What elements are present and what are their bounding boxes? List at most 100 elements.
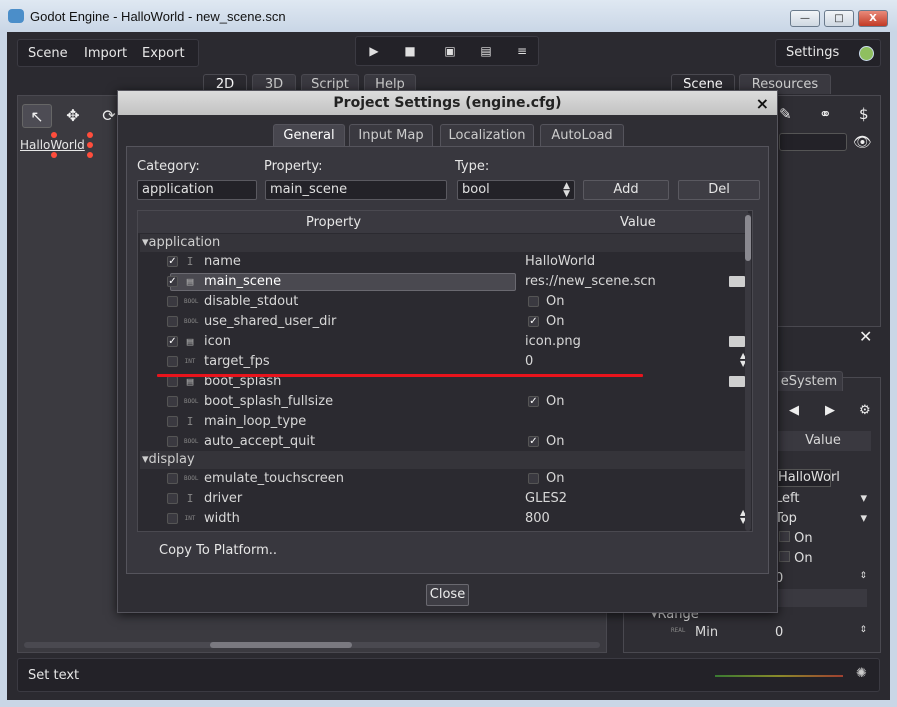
menu-export[interactable]: Export	[142, 46, 185, 61]
link-icon[interactable]: ⚭	[819, 105, 832, 123]
hscroll-thumb[interactable]	[210, 642, 352, 648]
list-item[interactable]: BOOL auto_accept_quit ✓ On	[138, 432, 746, 452]
label-node[interactable]: HalloWorld	[20, 138, 85, 152]
folder-icon[interactable]	[729, 336, 745, 347]
override-checkbox[interactable]	[167, 356, 178, 367]
resize-handle[interactable]	[87, 152, 93, 158]
override-checkbox[interactable]	[167, 316, 178, 327]
back-arrow-icon[interactable]: ◀	[789, 403, 799, 418]
folder-icon[interactable]	[729, 376, 745, 387]
move-tool-icon[interactable]: ✥	[58, 104, 88, 128]
override-checkbox[interactable]: ✓	[167, 276, 178, 287]
value-checkbox[interactable]: ✓	[528, 316, 539, 327]
close-window-button[interactable]: X	[858, 10, 888, 27]
tab-general[interactable]: General	[273, 124, 345, 146]
property-value[interactable]: icon.png	[525, 334, 581, 349]
play-icon[interactable]: ▶	[364, 44, 384, 58]
open-folder-icon[interactable]: ▤	[476, 44, 496, 58]
folder-icon[interactable]	[729, 276, 745, 287]
tab-filesystem-dock[interactable]: eSystem	[775, 371, 843, 391]
menu-import[interactable]: Import	[84, 46, 127, 61]
inspector-checkbox-1[interactable]: On	[775, 531, 875, 549]
script-icon[interactable]: $	[859, 105, 869, 123]
inspector-number-1[interactable]: 0 ⇕	[775, 571, 875, 589]
gear-icon[interactable]: ✺	[856, 666, 867, 681]
play-scene-icon[interactable]: ▣	[440, 44, 460, 58]
property-value[interactable]: res://new_scene.scn	[525, 274, 656, 289]
tab-input-map[interactable]: Input Map	[349, 124, 433, 146]
add-button[interactable]: Add	[583, 180, 669, 200]
tree-vscrollbar[interactable]	[745, 213, 751, 531]
resize-handle[interactable]	[87, 132, 93, 138]
dialog-titlebar[interactable]: Project Settings (engine.cfg) ×	[118, 91, 777, 115]
property-value[interactable]: GLES2	[525, 491, 567, 506]
copy-to-platform-button[interactable]: Copy To Platform..	[159, 543, 277, 558]
close-button[interactable]: Close	[426, 584, 469, 606]
select-tool-icon[interactable]: ↖	[22, 104, 52, 128]
stop-icon[interactable]: ■	[400, 44, 420, 58]
close-icon[interactable]: ✕	[859, 327, 872, 346]
eye-icon[interactable]: 👁	[853, 133, 872, 151]
value-checkbox[interactable]	[528, 473, 539, 484]
list-item[interactable]: INT target_fps 0 ▲ ▼	[138, 352, 746, 372]
list-item[interactable]: BOOL boot_splash_fullsize ✓ On	[138, 392, 746, 412]
gear-icon[interactable]: ⚙	[859, 403, 871, 418]
menu-list-icon[interactable]: ≡	[512, 44, 532, 58]
menu-scene[interactable]: Scene	[28, 46, 68, 61]
del-button[interactable]: Del	[678, 180, 760, 200]
property-tree[interactable]: Property Value ▾application ✓ I name Hal…	[137, 210, 753, 532]
list-item[interactable]: BOOL emulate_touchscreen On	[138, 469, 746, 489]
override-checkbox[interactable]	[167, 396, 178, 407]
inspector-text-field[interactable]: HalloWorl	[775, 469, 840, 487]
minimize-button[interactable]: —	[790, 10, 820, 27]
override-checkbox[interactable]	[167, 296, 178, 307]
override-checkbox[interactable]	[167, 376, 178, 387]
settings-button[interactable]: Settings	[775, 39, 881, 67]
list-item-selected[interactable]: ✓ ▤ main_scene res://new_scene.scn	[138, 272, 746, 292]
checkbox-unchecked[interactable]	[779, 551, 790, 562]
resize-handle[interactable]	[51, 152, 57, 158]
override-checkbox[interactable]: ✓	[167, 336, 178, 347]
property-value[interactable]: 600	[525, 531, 550, 532]
value-checkbox[interactable]: ✓	[528, 436, 539, 447]
override-checkbox[interactable]	[167, 493, 178, 504]
category-input[interactable]: application	[137, 180, 257, 200]
instance-icon[interactable]: ✎	[779, 105, 792, 123]
override-checkbox[interactable]	[167, 436, 178, 447]
override-checkbox[interactable]	[167, 473, 178, 484]
list-item[interactable]: I main_loop_type	[138, 412, 746, 432]
property-value[interactable]: HalloWorld	[525, 254, 595, 269]
forward-arrow-icon[interactable]: ▶	[825, 403, 835, 418]
section-application[interactable]: ▾application	[140, 234, 748, 252]
maximize-button[interactable]: □	[824, 10, 854, 27]
resize-handle[interactable]	[51, 132, 57, 138]
override-checkbox[interactable]	[167, 416, 178, 427]
list-item[interactable]: I driver GLES2	[138, 489, 746, 509]
property-value[interactable]: 800	[525, 511, 550, 526]
value-checkbox[interactable]: ✓	[528, 396, 539, 407]
scene-filter-input[interactable]	[779, 133, 847, 151]
resize-handle[interactable]	[87, 142, 93, 148]
list-item[interactable]: BOOL disable_stdout On	[138, 292, 746, 312]
vscroll-thumb[interactable]	[745, 215, 751, 261]
list-item[interactable]: INT height 600	[138, 529, 746, 532]
override-checkbox[interactable]: ✓	[167, 256, 178, 267]
inspector-min-value[interactable]: 0 ⇕	[775, 625, 875, 643]
override-checkbox[interactable]	[167, 513, 178, 524]
list-item[interactable]: INT width 800 ▲ ▼	[138, 509, 746, 529]
value-checkbox[interactable]	[528, 296, 539, 307]
section-display[interactable]: ▾display	[140, 451, 748, 469]
property-input[interactable]: main_scene	[265, 180, 447, 200]
tab-localization[interactable]: Localization	[440, 124, 534, 146]
property-value[interactable]: 0	[525, 354, 533, 369]
list-item[interactable]: BOOL use_shared_user_dir ✓ On	[138, 312, 746, 332]
tab-autoload[interactable]: AutoLoad	[540, 124, 624, 146]
list-item[interactable]: ✓ I name HalloWorld	[138, 252, 746, 272]
checkbox-unchecked[interactable]	[779, 531, 790, 542]
type-select[interactable]: bool ▲ ▼	[457, 180, 575, 200]
inspector-valign-select[interactable]: Top ▾	[775, 511, 875, 529]
list-item[interactable]: ✓ ▤ icon icon.png	[138, 332, 746, 352]
window-titlebar[interactable]: Godot Engine - HalloWorld - new_scene.sc…	[0, 0, 897, 32]
dialog-close-icon[interactable]: ×	[756, 92, 769, 116]
inspector-checkbox-2[interactable]: On	[775, 551, 875, 569]
